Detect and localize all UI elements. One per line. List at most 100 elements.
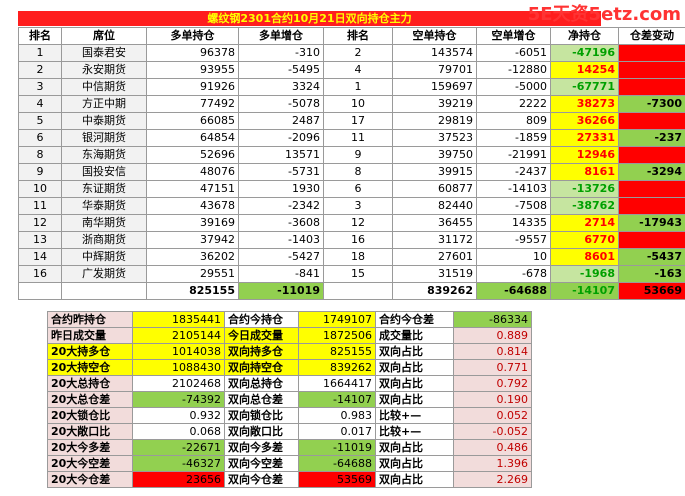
summary-label: 双向持多仓 xyxy=(224,343,299,360)
seat-cell: 永安期货 xyxy=(61,61,147,79)
summary-row: 20大持多仓 1014038 双向持多仓 825155 双向占比 0.814 xyxy=(47,343,532,360)
diff-cell: 5741 xyxy=(618,44,685,62)
summary-value: 0.068 xyxy=(132,423,225,440)
summary-value: 1749107 xyxy=(298,311,376,328)
summary-row: 20大今空差 -46327 双向今空差 -64688 双向占比 1.396 xyxy=(47,455,532,472)
summary-value: -22671 xyxy=(132,439,225,456)
summary-row: 20大锁仓比 0.932 双向锁仓比 0.983 比较+— 0.052 xyxy=(47,407,532,424)
long-cell: 47151 xyxy=(146,180,239,198)
table-row: 10 东证期货 47151 1930 6 60877 -14103 -13726 16033 xyxy=(18,180,685,198)
summary-label: 20大今仓差 xyxy=(47,471,133,488)
seat-cell: 国投安信 xyxy=(61,163,147,181)
table-row: 1 国泰君安 96378 -310 2 143574 -6051 -47196 5741 xyxy=(18,44,685,62)
watermark-text: 5E天资5etz.com xyxy=(527,4,681,25)
summary-label: 双向占比 xyxy=(375,359,454,376)
summary-ratio: 0.486 xyxy=(453,439,532,456)
summary-label: 今日成交量 xyxy=(224,327,299,344)
short-change-cell: 2222 xyxy=(476,95,551,113)
summary-ratio: 0.771 xyxy=(453,359,532,376)
summary-label: 双向总仓差 xyxy=(224,391,299,408)
rank-cell: 11 xyxy=(18,197,62,215)
diff-cell: 35562 xyxy=(618,146,685,164)
long-cell: 43678 xyxy=(146,197,239,215)
short-change-cell: 14335 xyxy=(476,214,551,232)
short-change-cell: -2437 xyxy=(476,163,551,181)
summary-label: 20大今多差 xyxy=(47,439,133,456)
net-cell: 27331 xyxy=(550,129,619,147)
summary-ratio: 0.190 xyxy=(453,391,532,408)
short-cell: 79701 xyxy=(392,61,477,79)
short-cell: 143574 xyxy=(392,44,477,62)
short-rank-cell: 11 xyxy=(323,129,393,147)
short-cell: 37523 xyxy=(392,129,477,147)
diff-cell: 7385 xyxy=(618,61,685,79)
table-row: 3 中信期货 91926 3324 1 159697 -5000 -67771 8324 xyxy=(18,78,685,96)
summary-row: 20大总持仓 2102468 双向总持仓 1664417 双向占比 0.792 xyxy=(47,375,532,392)
long-cell: 66085 xyxy=(146,112,239,130)
short-rank-cell: 4 xyxy=(323,61,393,79)
short-rank-cell: 3 xyxy=(323,197,393,215)
diff-cell: 8324 xyxy=(618,78,685,96)
long-change-cell: -3608 xyxy=(238,214,324,232)
long-cell: 39169 xyxy=(146,214,239,232)
long-cell: 91926 xyxy=(146,78,239,96)
long-cell: 36202 xyxy=(146,248,239,266)
summary-label: 双向占比 xyxy=(375,455,454,472)
table-row: 11 华泰期货 43678 -2342 3 82440 -7508 -38762 5166 xyxy=(18,197,685,215)
table-row: 4 方正中期 77492 -5078 10 39219 2222 38273 -7300 xyxy=(18,95,685,113)
net-cell: -13726 xyxy=(550,180,619,198)
short-rank-cell: 17 xyxy=(323,112,393,130)
summary-label: 双向总持仓 xyxy=(224,375,299,392)
summary-value: 53569 xyxy=(298,471,376,488)
long-cell: 64854 xyxy=(146,129,239,147)
seat-cell: 国泰君安 xyxy=(61,44,147,62)
summary-row: 20大今多差 -22671 双向今多差 -11019 双向占比 0.486 xyxy=(47,439,532,456)
seat-cell: 东证期货 xyxy=(61,180,147,198)
summary-label: 成交量比 xyxy=(375,327,454,344)
long-change-cell: 2487 xyxy=(238,112,324,130)
table-row: 6 银河期货 64854 -2096 11 37523 -1859 27331 -237 xyxy=(18,129,685,147)
short-change-cell: 10 xyxy=(476,248,551,266)
long-change-cell: 13571 xyxy=(238,146,324,164)
net-cell: 36266 xyxy=(550,112,619,130)
short-cell: 39750 xyxy=(392,146,477,164)
summary-ratio: 0.052 xyxy=(453,407,532,424)
summary-value: -11019 xyxy=(298,439,376,456)
summary-label: 20大总持仓 xyxy=(47,375,133,392)
summary-label: 双向占比 xyxy=(375,439,454,456)
net-cell: 8161 xyxy=(550,163,619,181)
summary-value: 825155 xyxy=(298,343,376,360)
summary-label: 双向今多差 xyxy=(224,439,299,456)
summary-value: 2105144 xyxy=(132,327,225,344)
short-rank-cell: 18 xyxy=(323,248,393,266)
net-cell: 6770 xyxy=(550,231,619,249)
short-change-cell: -9557 xyxy=(476,231,551,249)
summary-label: 双向持空仓 xyxy=(224,359,299,376)
summary-label: 20大锁仓比 xyxy=(47,407,133,424)
net-cell: 12946 xyxy=(550,146,619,164)
short-change-cell: 809 xyxy=(476,112,551,130)
long-change-cell: -310 xyxy=(238,44,324,62)
table-row: 12 南华期货 39169 -3608 12 36455 14335 2714 -17943 xyxy=(18,214,685,232)
seat-cell: 中泰期货 xyxy=(61,112,147,130)
empty-cell xyxy=(18,282,62,300)
net-cell: 14254 xyxy=(550,61,619,79)
summary-label: 双向今仓差 xyxy=(224,471,299,488)
short-rank-cell: 6 xyxy=(323,180,393,198)
table-row: 2 永安期货 93955 -5495 4 79701 -12880 14254 7385 xyxy=(18,61,685,79)
rank-cell: 16 xyxy=(18,265,62,283)
short-change-cell: -12880 xyxy=(476,61,551,79)
empty-cell xyxy=(323,282,393,300)
short-cell: 29819 xyxy=(392,112,477,130)
summary-label: 双向占比 xyxy=(375,391,454,408)
seat-cell: 广发期货 xyxy=(61,265,147,283)
summary-row: 昨日成交量 2105144 今日成交量 1872506 成交量比 0.889 xyxy=(47,327,532,344)
short-cell: 159697 xyxy=(392,78,477,96)
total-long-cell: 825155 xyxy=(146,282,239,300)
net-cell: -67771 xyxy=(550,78,619,96)
rank-cell: 9 xyxy=(18,163,62,181)
summary-value: -46327 xyxy=(132,455,225,472)
long-cell: 96378 xyxy=(146,44,239,62)
summary-ratio: 2.269 xyxy=(453,471,532,488)
net-cell: -47196 xyxy=(550,44,619,62)
